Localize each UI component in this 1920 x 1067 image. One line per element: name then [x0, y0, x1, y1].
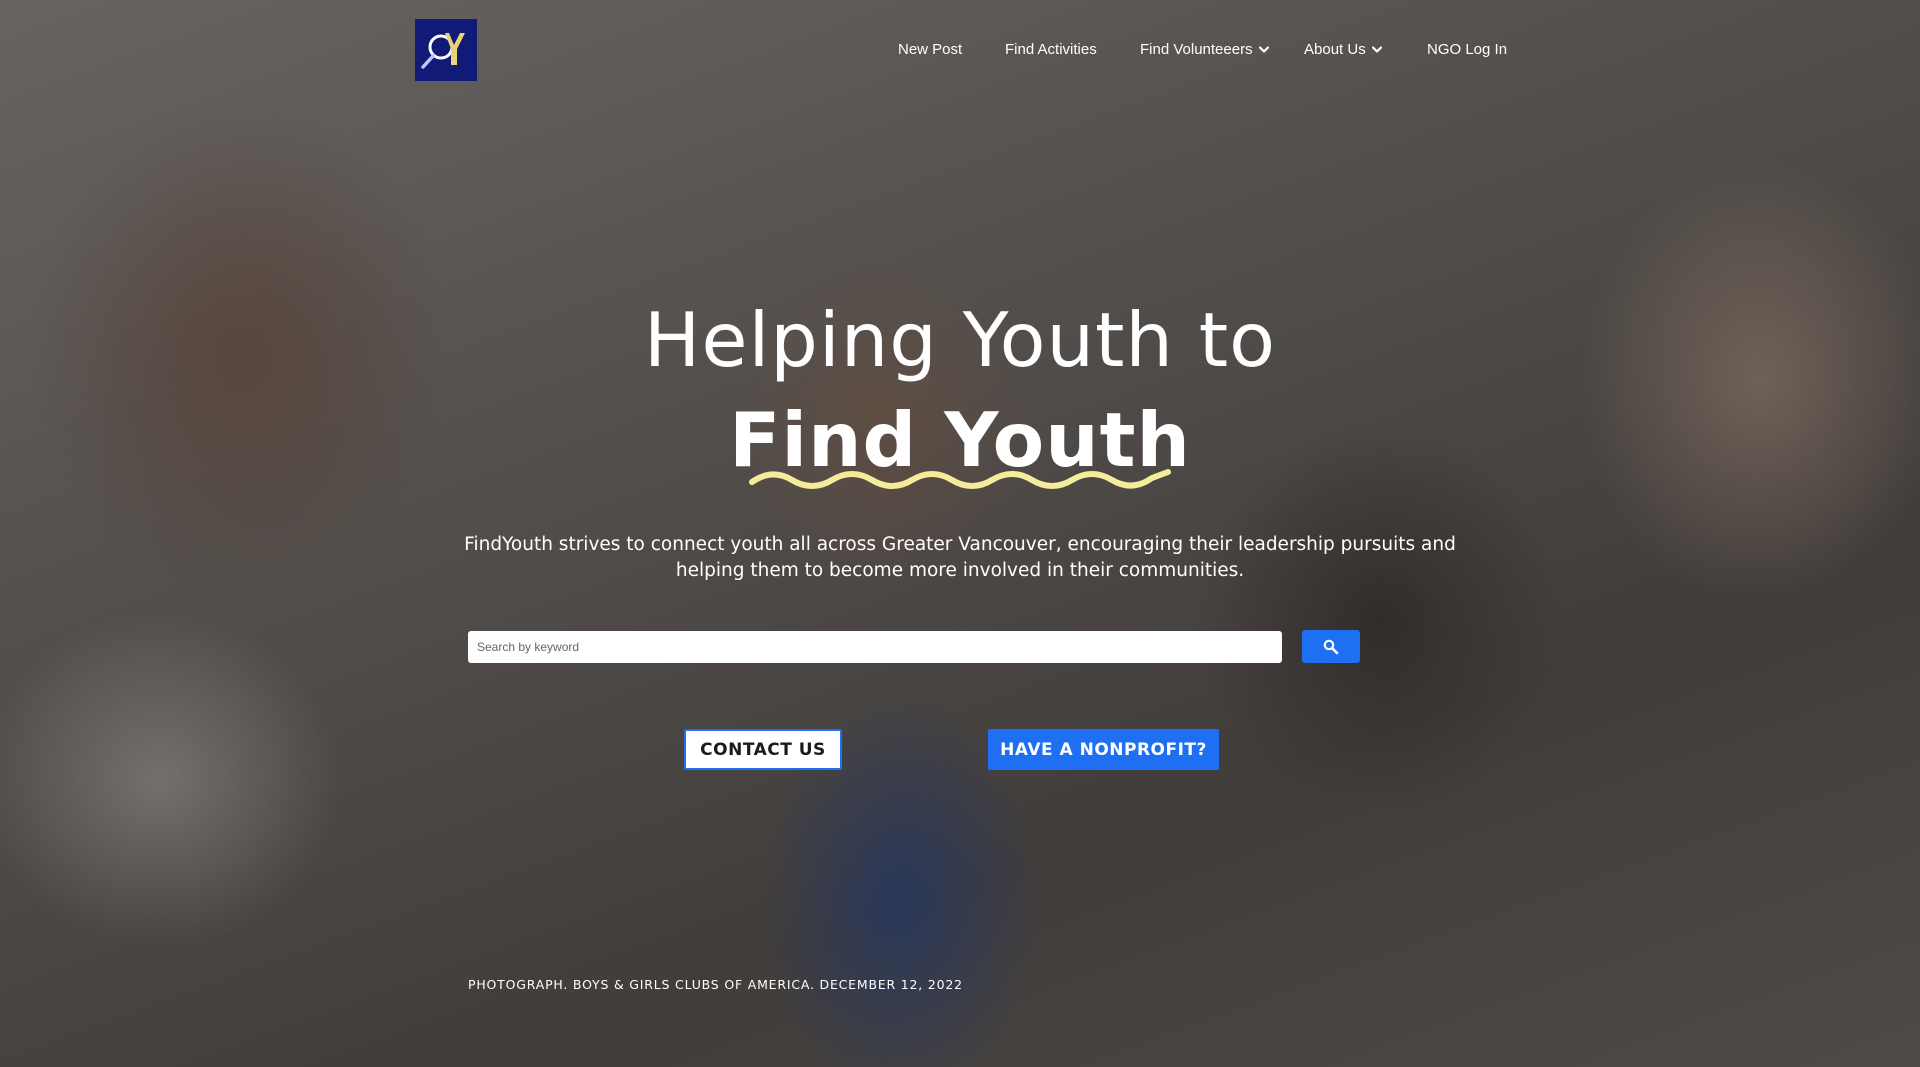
nav-new-post-label: New Post	[898, 41, 963, 58]
nav-find-activities-label: Find Activities	[1005, 41, 1097, 58]
nav-ngo-login[interactable]: NGO Log In	[1427, 40, 1507, 60]
photo-credit: PHOTOGRAPH. BOYS & GIRLS CLUBS OF AMERIC…	[468, 977, 963, 992]
nav-find-volunteers[interactable]: Find Volunteeers	[1140, 40, 1269, 60]
nav-about-us-label: About Us	[1304, 41, 1366, 58]
chevron-down-icon	[1258, 46, 1269, 54]
nav-find-volunteers-label: Find Volunteeers	[1140, 41, 1253, 58]
search-icon	[1323, 639, 1339, 654]
site-logo[interactable]	[415, 19, 477, 81]
nav-about-us[interactable]: About Us	[1304, 40, 1382, 60]
headline-underline-squiggle	[749, 469, 1171, 489]
findyouth-logo-icon	[421, 33, 465, 69]
hero-description: FindYouth strives to connect youth all a…	[464, 534, 1456, 581]
have-a-nonprofit-label: HAVE A NONPROFIT?	[1000, 739, 1207, 760]
nav-ngo-login-label: NGO Log In	[1427, 41, 1508, 58]
search-input[interactable]	[468, 631, 1282, 663]
contact-us-label: CONTACT US	[700, 739, 826, 760]
hero-headline-line1: Helping Youth to	[643, 296, 1277, 384]
nav-find-activities[interactable]: Find Activities	[1005, 40, 1097, 60]
contact-us-button[interactable]: CONTACT US	[684, 729, 842, 770]
nav-new-post[interactable]: New Post	[898, 40, 962, 60]
have-a-nonprofit-button[interactable]: HAVE A NONPROFIT?	[988, 729, 1219, 770]
search-button[interactable]	[1302, 630, 1360, 663]
chevron-down-icon	[1371, 46, 1382, 54]
